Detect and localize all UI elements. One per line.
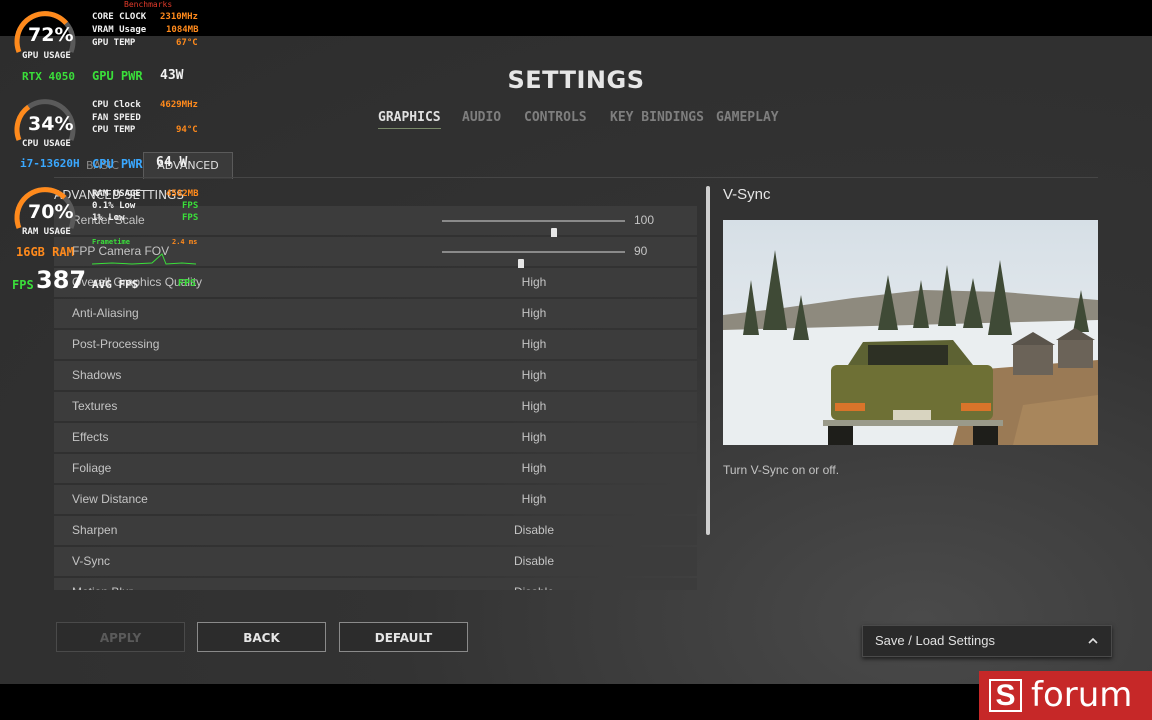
gpu-power-label: GPU PWR [92, 69, 143, 83]
settings-scrollbar[interactable] [706, 186, 710, 535]
forum-watermark: S forum [979, 671, 1152, 720]
cpu-usage-label: CPU USAGE [22, 139, 71, 149]
detail-title: V-Sync [723, 186, 771, 203]
tab-key-bindings[interactable]: KEY BINDINGS [610, 110, 704, 125]
preview-image [723, 220, 1098, 445]
avg-fps-label: AVG FPS [92, 278, 139, 291]
header-divider [54, 177, 1098, 178]
low-01-unit: FPS [182, 201, 199, 211]
gpu-temp-value: 67°C [176, 38, 198, 48]
setting-label: Motion Blur [72, 578, 133, 590]
frametime-graph [92, 253, 196, 265]
setting-label: Foliage [72, 461, 112, 475]
back-button[interactable]: BACK [197, 622, 326, 652]
save-load-settings-dropdown[interactable]: Save / Load Settings [862, 625, 1112, 657]
tab-active-underline [378, 128, 441, 129]
setting-value: Disable [434, 578, 634, 590]
cpu-clock-value: 4629MHz [160, 100, 198, 110]
core-clock-label: CORE CLOCK [92, 12, 147, 22]
setting-row-render-scale[interactable]: Render Scale 100 [54, 206, 697, 241]
ram-size: 16GB RAM [16, 245, 74, 259]
setting-value: High [521, 337, 547, 351]
setting-label: Effects [72, 430, 109, 444]
setting-label: Anti-Aliasing [72, 306, 139, 320]
tab-gameplay[interactable]: GAMEPLAY [716, 110, 779, 125]
setting-row-vsync[interactable]: V-Sync Disable [54, 547, 697, 576]
setting-value: High [521, 306, 547, 320]
setting-value: High [521, 461, 547, 475]
gpu-usage-percent: 72% [28, 24, 74, 46]
setting-value: High [521, 430, 547, 444]
chevron-up-icon [1088, 637, 1098, 644]
vram-label: VRAM Usage [92, 25, 147, 35]
snowy-car-scene [723, 220, 1098, 445]
cpu-temp-value: 94°C [176, 125, 198, 135]
fan-speed-label: FAN SPEED [92, 113, 141, 123]
setting-label: Sharpen [72, 523, 118, 537]
tab-graphics[interactable]: GRAPHICS [378, 110, 441, 129]
fps-value: 387 [36, 266, 87, 294]
setting-value: Disable [513, 554, 555, 568]
forum-logo-text: forum [1031, 675, 1133, 715]
apply-button[interactable]: APPLY [56, 622, 185, 652]
low-1-label: 1% Low [92, 213, 125, 223]
setting-value: High [521, 492, 547, 506]
tab-audio[interactable]: AUDIO [462, 110, 501, 125]
frametime-label: Frametime [92, 238, 130, 246]
cpu-temp-label: CPU TEMP [92, 125, 136, 135]
setting-value: 90 [634, 244, 648, 258]
benchmark-label: Benchmarks [124, 0, 173, 9]
setting-row-anti-aliasing[interactable]: Anti-Aliasing High [54, 299, 697, 328]
low-1-unit: FPS [182, 213, 199, 223]
setting-value: Disable [513, 523, 555, 537]
ram-usage-percent: 70% [28, 201, 74, 223]
tab-controls[interactable]: CONTROLS [524, 110, 587, 125]
vram-value: 1084MB [166, 25, 199, 35]
gpu-temp-label: GPU TEMP [92, 38, 136, 48]
setting-value: High [521, 368, 547, 382]
gpu-model: RTX 4050 [22, 70, 75, 83]
cpu-power-label: CPU PWR [92, 157, 143, 171]
ram-usage-detail-label: RAM USAGE [92, 189, 141, 199]
setting-value: High [521, 275, 547, 289]
setting-label: Shadows [72, 368, 122, 382]
gpu-usage-label: GPU USAGE [22, 51, 71, 61]
setting-value: High [521, 399, 547, 413]
fov-slider[interactable] [442, 251, 625, 272]
default-button[interactable]: DEFAULT [339, 622, 468, 652]
fps-label: FPS [12, 278, 34, 292]
save-load-label: Save / Load Settings [875, 633, 995, 648]
setting-row-textures[interactable]: Textures High [54, 392, 697, 421]
setting-label: Textures [72, 399, 118, 413]
ram-usage-label: RAM USAGE [22, 227, 71, 237]
cpu-power-value: 64 W [156, 155, 188, 170]
ram-usage-detail-value: 4582MB [166, 189, 199, 199]
setting-row-motion-blur[interactable]: Motion Blur Disable [54, 578, 697, 590]
setting-row-sharpen[interactable]: Sharpen Disable [54, 516, 697, 545]
low-01-label: 0.1% Low [92, 201, 136, 211]
render-scale-slider[interactable] [442, 220, 625, 241]
setting-row-view-distance[interactable]: View Distance High [54, 485, 697, 514]
setting-label: View Distance [72, 492, 148, 506]
setting-row-overall-quality[interactable]: Overall Graphics Quality High [54, 268, 697, 297]
detail-description: Turn V-Sync on or off. [723, 463, 840, 477]
setting-value: 100 [634, 213, 655, 227]
cpu-model: i7-13620H [20, 157, 80, 170]
cpu-clock-label: CPU Clock [92, 100, 141, 110]
frametime-value: 2.4 ms [172, 238, 198, 246]
setting-label: Post-Processing [72, 337, 160, 351]
avg-fps-unit: FPS [178, 278, 197, 289]
gpu-power-value: 43W [160, 68, 184, 83]
setting-label: V-Sync [72, 554, 111, 568]
core-clock-value: 2310MHz [160, 12, 198, 22]
cpu-usage-percent: 34% [28, 113, 74, 135]
setting-row-post-processing[interactable]: Post-Processing High [54, 330, 697, 359]
forum-logo-mark: S [989, 679, 1022, 712]
setting-row-foliage[interactable]: Foliage High [54, 454, 697, 483]
setting-row-shadows[interactable]: Shadows High [54, 361, 697, 390]
setting-row-effects[interactable]: Effects High [54, 423, 697, 452]
tab-graphics-label: GRAPHICS [378, 110, 441, 125]
